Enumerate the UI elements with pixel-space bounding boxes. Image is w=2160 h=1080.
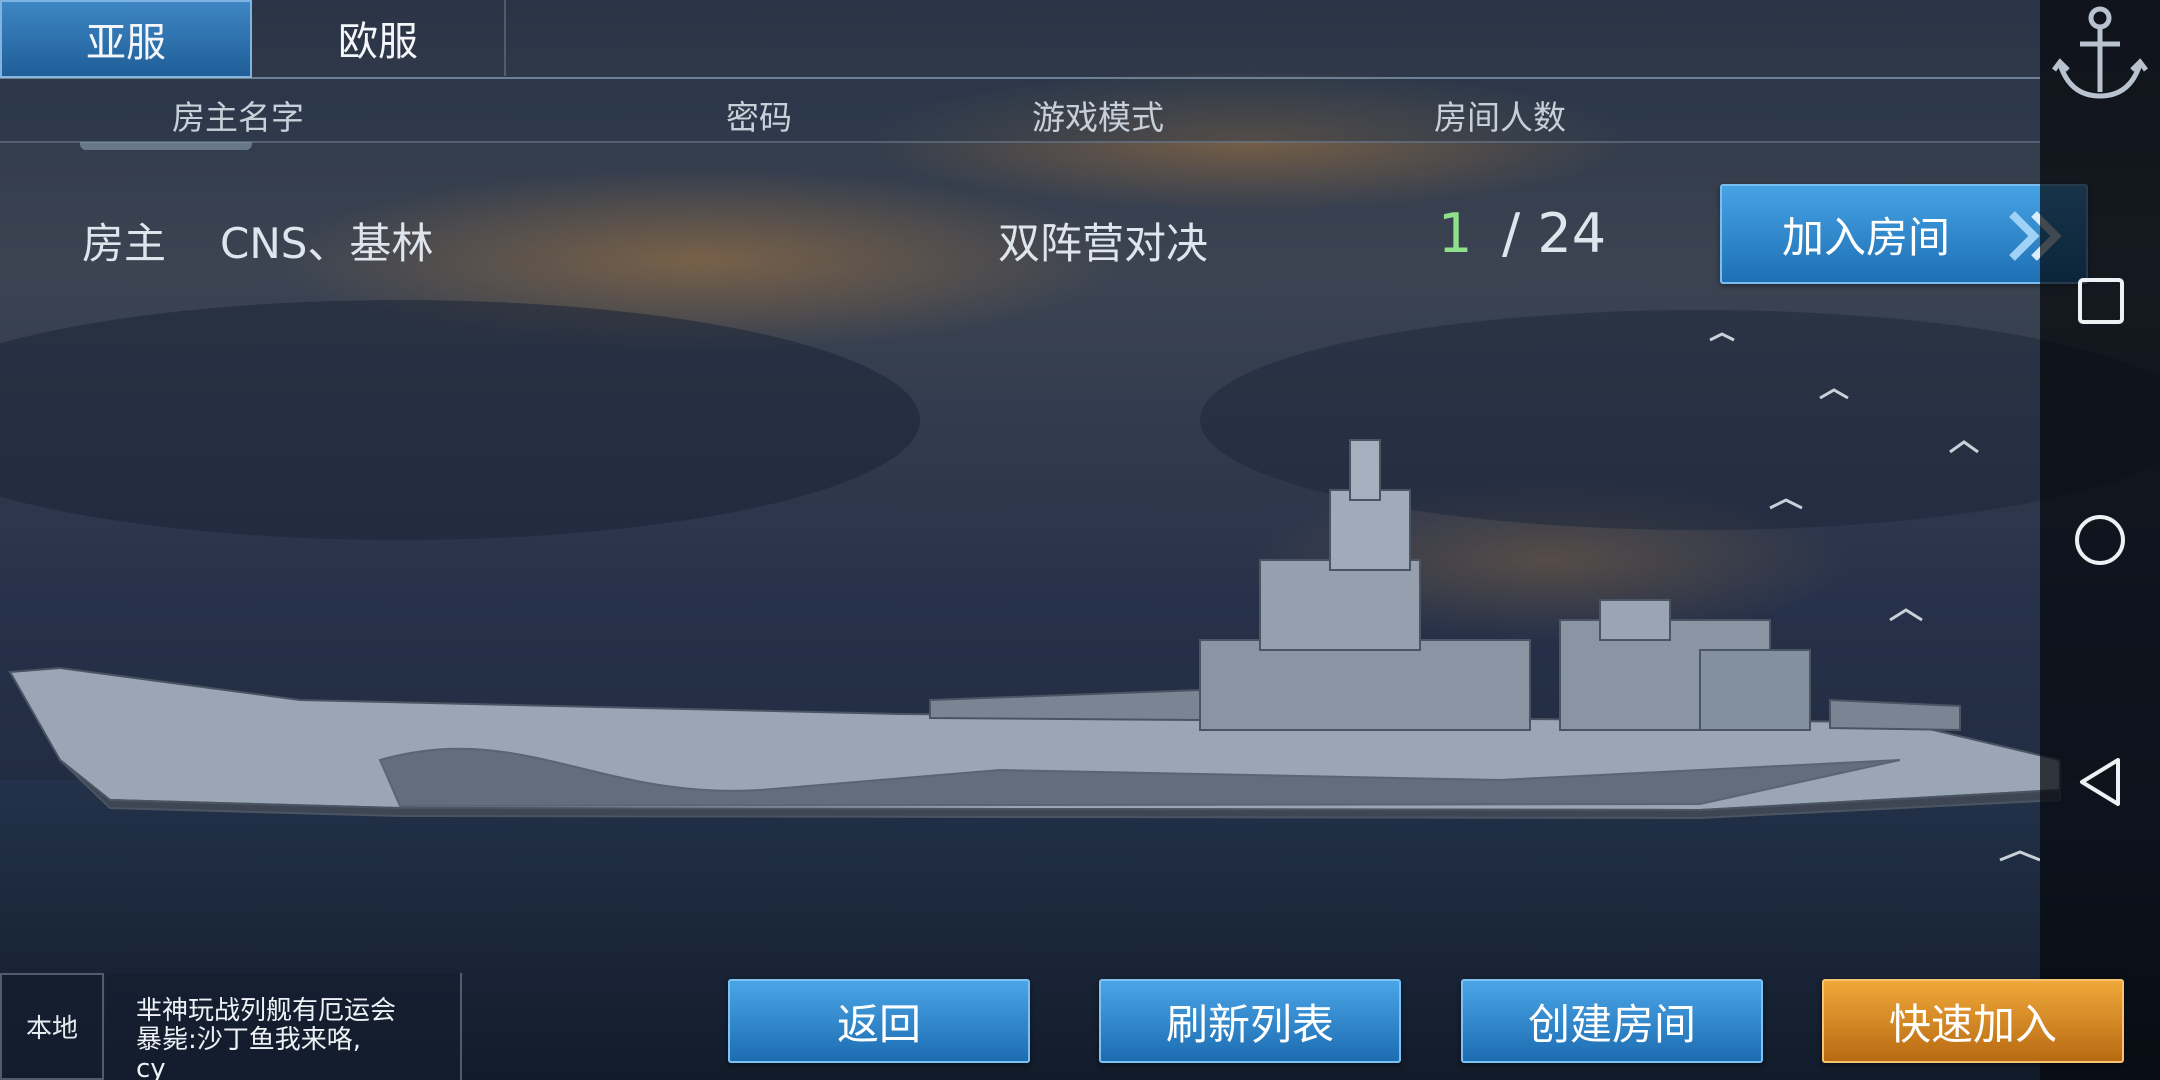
anchor-icon bbox=[2052, 6, 2148, 99]
recent-apps-icon[interactable] bbox=[2078, 278, 2124, 324]
server-tabs: 亚服 欧服 bbox=[0, 0, 2040, 78]
room-host-prefix: 房主 bbox=[82, 219, 167, 268]
chat-panel: 芈神玩战列舰有厄运会 暴毙:沙丁鱼我来咯, cy bbox=[106, 973, 462, 1080]
system-navigation-bar bbox=[2040, 0, 2160, 1080]
room-player-count-current: 1 bbox=[1438, 202, 1473, 265]
quick-join-button[interactable]: 快速加入 bbox=[1822, 979, 2124, 1063]
battleship-background bbox=[0, 0, 2160, 1080]
home-icon[interactable] bbox=[2074, 514, 2126, 566]
chat-message: cy bbox=[136, 1054, 166, 1080]
chat-channel-local[interactable]: 本地 bbox=[0, 973, 104, 1080]
chat-message: 暴毙:沙丁鱼我来咯, bbox=[136, 1025, 362, 1055]
tab-europe-server[interactable]: 欧服 bbox=[252, 0, 506, 76]
room-host-name: CNS、基林 bbox=[220, 219, 434, 268]
chat-channel-label: 本地 bbox=[25, 1014, 78, 1044]
column-header-host: 房主名字 bbox=[172, 98, 304, 137]
column-header-players: 房间人数 bbox=[1434, 98, 1566, 137]
back-triangle-icon[interactable] bbox=[2076, 756, 2122, 808]
column-header-password: 密码 bbox=[726, 98, 792, 137]
refresh-list-button[interactable]: 刷新列表 bbox=[1099, 979, 1401, 1063]
back-button[interactable]: 返回 bbox=[728, 979, 1030, 1063]
room-list-scrollbar[interactable] bbox=[80, 142, 252, 150]
room-game-mode: 双阵营对决 bbox=[998, 219, 1209, 268]
room-player-count-max: / 24 bbox=[1502, 202, 1607, 265]
join-room-label: 加入房间 bbox=[1782, 212, 1951, 262]
room-list-header: 房主名字 密码 游戏模式 房间人数 bbox=[0, 79, 2040, 143]
chat-message: 芈神玩战列舰有厄运会 bbox=[136, 996, 397, 1026]
join-room-button[interactable]: 加入房间 bbox=[1720, 184, 2088, 284]
create-room-button[interactable]: 创建房间 bbox=[1461, 979, 1763, 1063]
column-header-mode: 游戏模式 bbox=[1032, 98, 1164, 137]
tab-asia-server[interactable]: 亚服 bbox=[0, 0, 252, 78]
